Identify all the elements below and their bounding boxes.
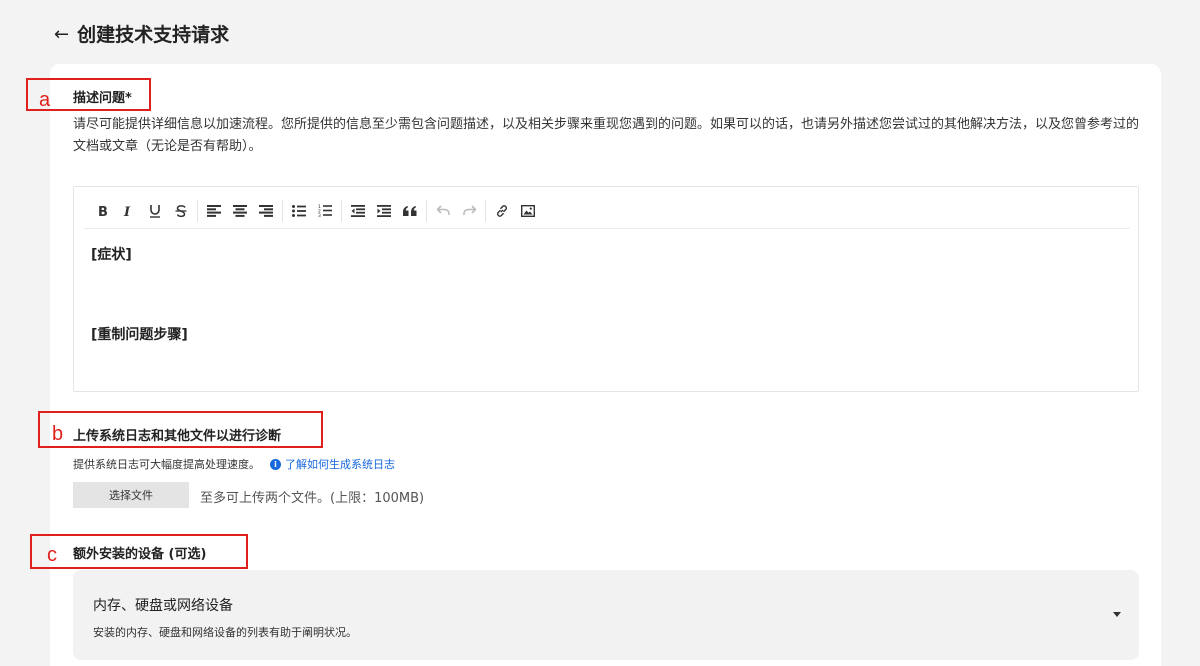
link-icon[interactable] xyxy=(489,198,515,224)
indent-icon[interactable] xyxy=(371,198,397,224)
redo-icon[interactable] xyxy=(456,198,482,224)
editor-repro-steps-line: [重制问题步骤] xyxy=(91,327,188,343)
strikethrough-icon[interactable] xyxy=(168,198,194,224)
header: ← 创建技术支持请求 xyxy=(54,24,229,46)
numbered-list-icon[interactable]: 123 xyxy=(312,198,338,224)
upload-hint-text: 提供系统日志可大幅度提高处理速度。 xyxy=(73,458,260,471)
svg-text:I: I xyxy=(123,205,131,217)
svg-text:B: B xyxy=(98,205,108,217)
annotation-label-c: c xyxy=(47,544,57,566)
rich-text-editor[interactable]: B I 123 [症状] [重制问题步骤] xyxy=(73,186,1139,392)
learn-logs-link-text[interactable]: 了解如何生成系统日志 xyxy=(285,456,395,472)
outdent-icon[interactable] xyxy=(345,198,371,224)
italic-icon[interactable]: I xyxy=(116,198,142,224)
toolbar-separator xyxy=(485,199,486,222)
upload-hint-row: 提供系统日志可大幅度提高处理速度。 i 了解如何生成系统日志 xyxy=(73,456,395,472)
editor-symptom-line: [症状] xyxy=(91,247,132,263)
extra-devices-select[interactable]: 内存、硬盘或网络设备 安装的内存、硬盘和网络设备的列表有助于阐明状况。 xyxy=(73,570,1139,660)
select-description: 安装的内存、硬盘和网络设备的列表有助于阐明状况。 xyxy=(93,626,357,639)
undo-icon[interactable] xyxy=(430,198,456,224)
file-limit-text: 至多可上传两个文件。(上限：100MB) xyxy=(200,491,425,506)
toolbar-separator xyxy=(197,199,198,222)
image-icon[interactable] xyxy=(515,198,541,224)
info-icon: i xyxy=(270,458,281,470)
chevron-down-icon[interactable] xyxy=(1113,612,1121,617)
editor-toolbar: B I 123 xyxy=(84,193,1130,229)
page: ← 创建技术支持请求 描述问题* 请尽可能提供详细信息以加速流程。您所提供的信息… xyxy=(0,0,1200,666)
toolbar-separator xyxy=(426,199,427,222)
align-left-icon[interactable] xyxy=(201,198,227,224)
underline-icon[interactable] xyxy=(142,198,168,224)
page-title: 创建技术支持请求 xyxy=(77,24,230,46)
annotation-box-c xyxy=(30,534,248,569)
align-center-icon[interactable] xyxy=(227,198,253,224)
choose-file-button[interactable]: 选择文件 xyxy=(73,482,189,508)
toolbar-separator xyxy=(282,199,283,222)
bulleted-list-icon[interactable] xyxy=(286,198,312,224)
bold-icon[interactable]: B xyxy=(90,198,116,224)
learn-logs-link[interactable]: i 了解如何生成系统日志 xyxy=(270,456,395,472)
blockquote-icon[interactable] xyxy=(397,198,423,224)
annotation-label-b: b xyxy=(52,423,64,445)
toolbar-separator xyxy=(341,199,342,222)
align-right-icon[interactable] xyxy=(253,198,279,224)
back-arrow-icon[interactable]: ← xyxy=(54,24,69,46)
annotation-box-b xyxy=(38,411,323,448)
annotation-label-a: a xyxy=(39,89,51,111)
svg-text:3: 3 xyxy=(318,213,321,217)
describe-problem-description: 请尽可能提供详细信息以加速流程。您所提供的信息至少需包含问题描述，以及相关步骤来… xyxy=(73,117,1140,154)
select-label: 内存、硬盘或网络设备 xyxy=(93,598,233,614)
